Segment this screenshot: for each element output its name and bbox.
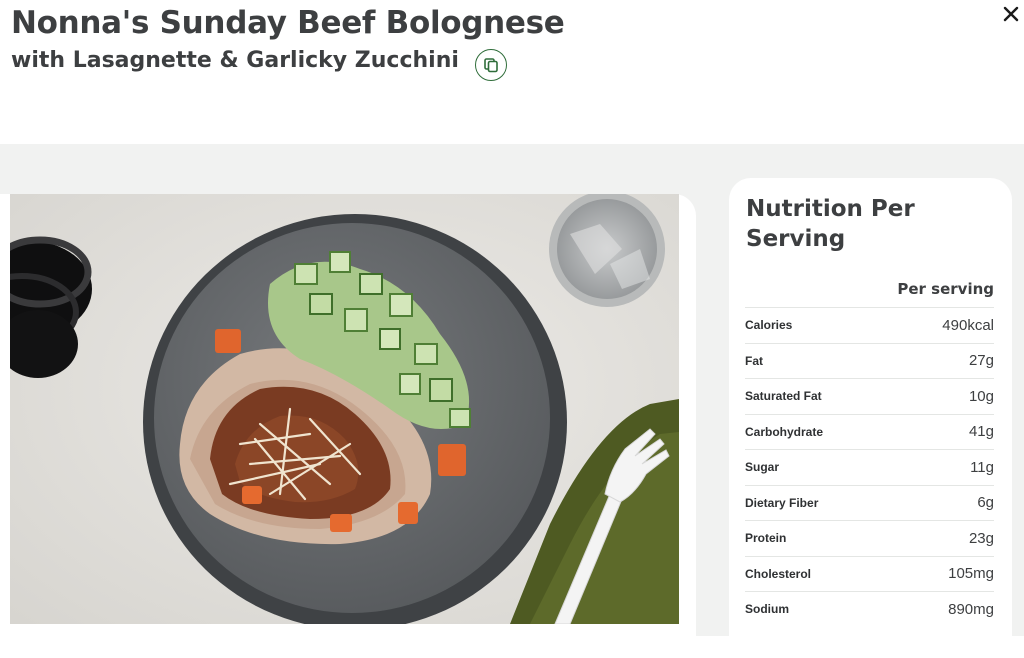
nutrition-row-fat: Fat 27g (745, 342, 994, 379)
nutrition-value: 10g (968, 387, 994, 405)
per-serving-column-header: Per serving (897, 280, 994, 298)
nutrition-label: Sugar (745, 460, 780, 475)
recipe-header: Nonna's Sunday Beef Bolognese with Lasag… (0, 0, 1024, 144)
nutrition-value: 890mg (948, 600, 994, 618)
nutrition-label: Saturated Fat (745, 389, 822, 404)
recipe-photo (10, 194, 679, 624)
nutrition-row-sodium: Sodium 890mg (745, 591, 994, 627)
recipe-title: Nonna's Sunday Beef Bolognese (11, 5, 565, 41)
nutrition-value: 490kcal (942, 316, 994, 334)
nutrition-table: Calories 490kcal Fat 27g Saturated Fat 1… (745, 307, 994, 627)
nutrition-row-sugar: Sugar 11g (745, 449, 994, 485)
nutrition-label: Sodium (745, 602, 789, 617)
nutrition-label: Cholesterol (745, 566, 812, 581)
nutrition-title: Nutrition Per Serving (746, 196, 915, 252)
nutrition-label: Protein (745, 531, 787, 546)
nutrition-row-protein: Protein 23g (745, 520, 994, 556)
nutrition-value: 6g (977, 494, 994, 512)
nutrition-value: 105mg (948, 565, 994, 583)
nutrition-label: Dietary Fiber (745, 495, 819, 510)
nutrition-label: Fat (745, 353, 763, 368)
nutrition-row-cholesterol: Cholesterol 105mg (745, 555, 994, 592)
close-icon (1003, 6, 1019, 22)
nutrition-value: 11g (970, 458, 994, 476)
copy-icon (484, 58, 498, 73)
nutrition-label: Calories (745, 318, 793, 333)
water-glass (549, 194, 665, 307)
close-button[interactable] (1000, 3, 1022, 25)
nutrition-value: 23g (968, 529, 994, 547)
copy-button[interactable] (475, 49, 507, 81)
nutrition-row-calories: Calories 490kcal (745, 307, 994, 343)
nutrition-value: 41g (968, 423, 994, 441)
nutrition-card: Nutrition Per Serving Per serving Calori… (729, 178, 1012, 658)
nutrition-row-dietary-fiber: Dietary Fiber 6g (745, 484, 994, 521)
nutrition-label: Carbohydrate (745, 424, 824, 439)
recipe-content: Nutrition Per Serving Per serving Calori… (0, 144, 1024, 658)
photo-card (0, 194, 696, 654)
recipe-subtitle: with Lasagnette & Garlicky Zucchini (11, 48, 459, 73)
nutrition-value: 27g (968, 352, 994, 370)
nutrition-row-saturated-fat: Saturated Fat 10g (745, 378, 994, 414)
nutrition-row-carbohydrate: Carbohydrate 41g (745, 413, 994, 450)
